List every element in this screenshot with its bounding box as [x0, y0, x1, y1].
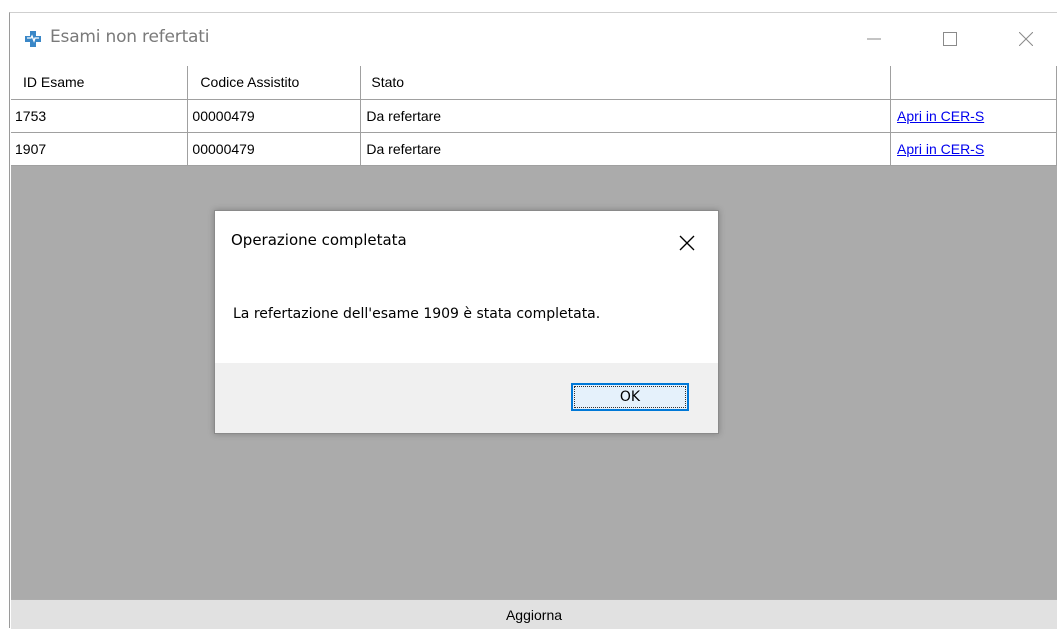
header-row: ID Esame Codice Assistito Stato	[11, 66, 1057, 100]
message-dialog: Operazione completata La refertazione de…	[214, 210, 719, 434]
dialog-footer: OK	[215, 363, 718, 433]
table-row[interactable]: 1907 00000479 Da refertare Apri in CER-S	[11, 132, 1057, 166]
cell-action: Apri in CER-S	[890, 132, 1057, 166]
column-header-stato[interactable]: Stato	[360, 66, 892, 100]
column-header-codice-assistito[interactable]: Codice Assistito	[187, 66, 362, 100]
maximize-icon	[943, 32, 957, 46]
exams-table: ID Esame Codice Assistito Stato 1753 000…	[11, 66, 1057, 166]
cell-stato[interactable]: Da refertare	[360, 99, 892, 133]
maximize-button[interactable]	[924, 13, 976, 65]
cell-id-esame[interactable]: 1907	[11, 132, 189, 166]
cell-action: Apri in CER-S	[890, 99, 1057, 133]
refresh-button[interactable]: Aggiorna	[11, 599, 1057, 629]
ok-button[interactable]: OK	[571, 383, 689, 411]
cell-stato[interactable]: Da refertare	[360, 132, 892, 166]
window-title: Esami non refertati	[50, 27, 210, 47]
table-row[interactable]: 1753 00000479 Da refertare Apri in CER-S	[11, 99, 1057, 133]
column-header-id-esame[interactable]: ID Esame	[11, 66, 189, 100]
open-in-cers-link[interactable]: Apri in CER-S	[895, 108, 984, 124]
cell-codice-assistito[interactable]: 00000479	[187, 99, 362, 133]
minimize-button[interactable]	[848, 13, 900, 65]
column-header-actions[interactable]	[890, 66, 1057, 100]
dialog-title: Operazione completata	[231, 231, 407, 249]
close-icon	[1019, 32, 1033, 46]
minimize-icon	[867, 38, 881, 40]
close-button[interactable]	[1000, 13, 1052, 65]
title-bar[interactable]: Esami non refertati	[10, 13, 1057, 65]
medical-cross-icon	[25, 31, 41, 47]
dialog-close-icon[interactable]	[675, 231, 699, 255]
dialog-message: La refertazione dell'esame 1909 è stata …	[233, 306, 601, 322]
cell-codice-assistito[interactable]: 00000479	[187, 132, 362, 166]
cell-id-esame[interactable]: 1753	[11, 99, 189, 133]
open-in-cers-link[interactable]: Apri in CER-S	[895, 141, 984, 157]
